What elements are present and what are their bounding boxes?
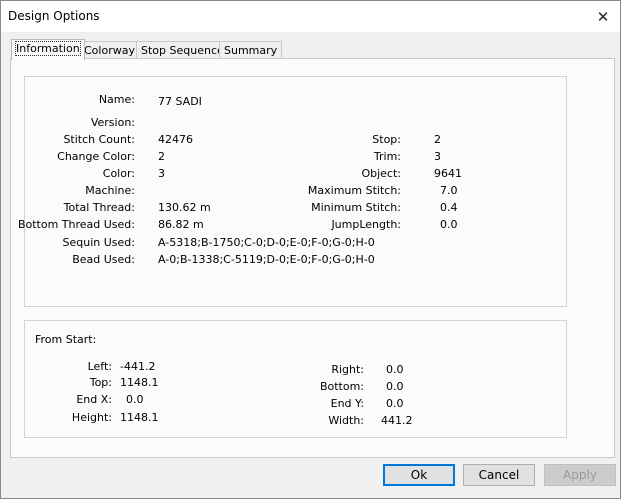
title-bar: Design Options ✕	[1, 1, 620, 32]
stitch-count-value: 42476	[158, 133, 193, 146]
tab-information[interactable]: Information	[11, 39, 85, 60]
end-y-label: End Y:	[330, 397, 364, 410]
tab-stop-sequence-label: Stop Sequence	[141, 44, 224, 57]
information-panel: Name: 77 SADI Version: Stitch Count: 424…	[10, 58, 615, 458]
machine-label: Machine:	[85, 184, 135, 197]
height-label: Height:	[71, 411, 112, 424]
min-stitch-label: Minimum Stitch:	[311, 201, 401, 214]
bead-used-value: A-0;B-1338;C-5119;D-0;E-0;F-0;G-0;H-0	[158, 253, 375, 266]
min-stitch-value: 0.4	[440, 201, 458, 214]
color-value: 3	[158, 167, 165, 180]
version-label: Version:	[90, 116, 135, 129]
bottom-thread-value: 86.82 m	[158, 218, 204, 231]
height-value: 1148.1	[120, 411, 159, 424]
stop-value: 2	[434, 133, 441, 146]
jump-length-label: JumpLength:	[331, 218, 401, 231]
width-label: Width:	[328, 414, 364, 427]
end-x-value: 0.0	[126, 393, 144, 406]
tab-summary[interactable]: Summary	[219, 41, 283, 59]
bead-used-label: Bead Used:	[72, 253, 135, 266]
tab-summary-label: Summary	[224, 44, 278, 57]
info-group: Name: 77 SADI Version: Stitch Count: 424…	[18, 76, 567, 307]
left-value: -441.2	[120, 360, 156, 373]
change-color-value: 2	[158, 150, 165, 163]
bottom-value: 0.0	[386, 380, 404, 393]
trim-value: 3	[434, 150, 441, 163]
dialog-title: Design Options	[8, 9, 100, 23]
design-options-dialog: Design Options ✕ Information Colorway St…	[0, 0, 621, 499]
tab-information-label: Information	[15, 41, 81, 56]
stitch-count-label: Stitch Count:	[63, 133, 135, 146]
sequin-used-label: Sequin Used:	[62, 236, 135, 249]
apply-button[interactable]: Apply	[544, 464, 616, 486]
change-color-label: Change Color:	[57, 150, 135, 163]
end-x-label: End X:	[76, 393, 112, 406]
jump-length-value: 0.0	[440, 218, 458, 231]
top-label: Top:	[89, 376, 112, 389]
object-value: 9641	[434, 167, 462, 180]
max-stitch-value: 7.0	[440, 184, 458, 197]
tab-colorway-label: Colorway	[84, 44, 135, 57]
from-start-group: From Start: Left: -441.2 Top: 1148.1 End…	[24, 320, 567, 438]
name-label: Name:	[98, 93, 135, 106]
total-thread-label: Total Thread:	[63, 201, 135, 214]
tab-colorway[interactable]: Colorway	[79, 41, 140, 59]
right-value: 0.0	[386, 363, 404, 376]
ok-button[interactable]: Ok	[383, 464, 455, 486]
max-stitch-label: Maximum Stitch:	[307, 184, 401, 197]
right-label: Right:	[331, 363, 364, 376]
color-label: Color:	[102, 167, 135, 180]
bottom-thread-label: Bottom Thread Used:	[17, 218, 135, 231]
object-label: Object:	[361, 167, 401, 180]
cancel-button[interactable]: Cancel	[463, 464, 535, 486]
end-y-value: 0.0	[386, 397, 404, 410]
tab-stop-sequence[interactable]: Stop Sequence	[136, 41, 229, 59]
bottom-label: Bottom:	[319, 380, 364, 393]
top-value: 1148.1	[120, 376, 159, 389]
total-thread-value: 130.62 m	[158, 201, 211, 214]
width-value: 441.2	[381, 414, 413, 427]
trim-label: Trim:	[373, 150, 401, 163]
from-start-heading: From Start:	[35, 333, 97, 346]
close-icon[interactable]: ✕	[586, 1, 620, 32]
sequin-used-value: A-5318;B-1750;C-0;D-0;E-0;F-0;G-0;H-0	[158, 236, 375, 249]
left-label: Left:	[87, 360, 112, 373]
stop-label: Stop:	[372, 133, 401, 146]
name-value: 77 SADI	[158, 95, 202, 108]
